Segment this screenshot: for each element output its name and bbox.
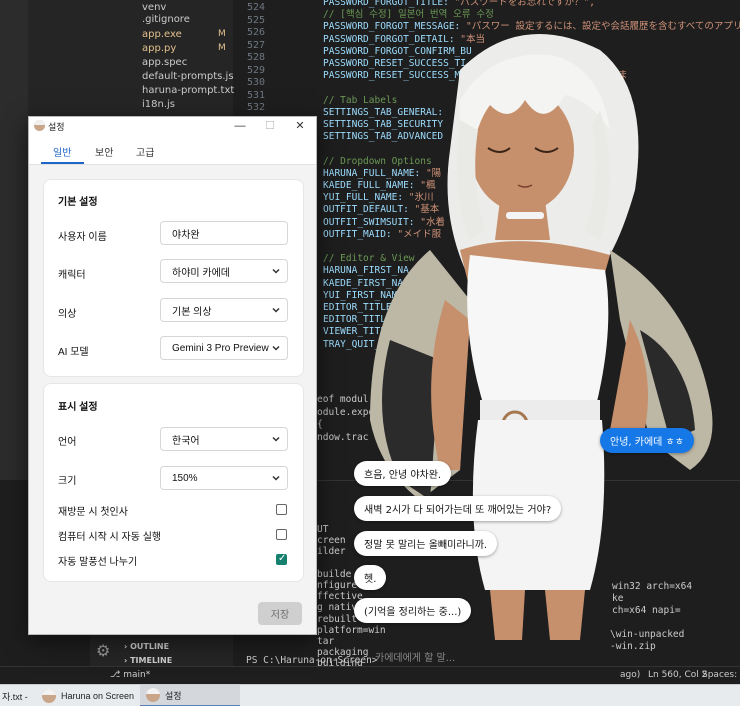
minimize-icon[interactable]: —: [225, 118, 255, 134]
branch-label: main*: [123, 670, 151, 680]
size-select[interactable]: 150%: [160, 466, 288, 490]
reply-bubble: 새벽 2시가 다 되어가는데 또 깨어있는 거야?: [354, 496, 562, 521]
line-number: 527: [247, 39, 266, 51]
line-number: 531: [247, 89, 266, 101]
user-message-bubble: 안녕, 카에데 ㅎㅎ: [600, 428, 694, 453]
settings-window: 설정 — ☐ ✕ 일반 보안 고급 기본 설정 사용자 이름 야차완 캐릭터 하…: [28, 116, 317, 635]
character-label: 캐릭터: [58, 270, 86, 281]
chevron-down-icon: [272, 345, 280, 351]
taskbar-item-label: 자.txt -: [2, 691, 28, 702]
chevron-down-icon: [272, 436, 280, 442]
size-label: 크기: [58, 476, 77, 487]
display-settings-card: 표시 설정 언어 한국어 크기 150% 재방문 시 첫인사 컴퓨터 시작 시 …: [44, 384, 303, 581]
size-value: 150%: [172, 472, 198, 484]
timeline-label: TIMELINE: [130, 656, 173, 665]
chevron-down-icon: [272, 268, 280, 274]
line-number: 525: [247, 14, 266, 26]
taskbar: 자.txt - Haruna on Screen 설정: [0, 684, 740, 706]
chevron-down-icon: [272, 475, 280, 481]
username-input[interactable]: 야차완: [160, 221, 288, 245]
outline-section[interactable]: › OUTLINE: [124, 642, 169, 651]
explorer-file[interactable]: app.exe: [142, 29, 182, 40]
reply-bubble: 헷.: [354, 565, 387, 590]
window-titlebar[interactable]: 설정 — ☐ ✕: [29, 117, 316, 135]
outfit-value: 기본 의상: [172, 306, 212, 318]
greet-checkbox[interactable]: [276, 504, 287, 515]
autostart-checkbox[interactable]: [276, 529, 287, 540]
reply-bubble: (기억을 정리하는 중...): [354, 598, 472, 623]
basic-settings-heading: 기본 설정: [58, 197, 98, 208]
git-branch[interactable]: ⎇ main*: [110, 670, 150, 680]
explorer-file[interactable]: app.py: [142, 43, 176, 54]
split-bubble-label: 자동 말풍선 나누기: [58, 557, 138, 568]
reply-bubble: 정말 못 말리는 올빼미라니까.: [354, 531, 498, 556]
save-button[interactable]: 저장: [258, 602, 302, 625]
character-select[interactable]: 하야미 카에데: [160, 259, 288, 283]
outfit-label: 의상: [58, 309, 77, 320]
taskbar-item-settings[interactable]: 설정: [140, 685, 240, 706]
language-value: 한국어: [172, 435, 200, 447]
settings-tabs: 일반 보안 고급: [29, 135, 316, 165]
app-avatar-icon: [146, 688, 160, 702]
split-bubble-checkbox[interactable]: [276, 553, 287, 565]
status-ago: ago): [620, 670, 641, 680]
status-bar: ⎇ main* ago) Ln 560, Col 2 Spaces: 4: [0, 666, 740, 684]
display-settings-heading: 표시 설정: [58, 402, 98, 413]
basic-settings-card: 기본 설정 사용자 이름 야차완 캐릭터 하야미 카에데 의상 기본 의상 AI…: [44, 180, 303, 376]
ai-model-label: AI 모델: [58, 347, 89, 358]
window-title: 설정: [48, 122, 65, 132]
username-label: 사용자 이름: [58, 232, 107, 243]
explorer-file[interactable]: haruna-prompt.txt: [142, 85, 234, 96]
outline-label: OUTLINE: [130, 642, 170, 651]
outfit-select[interactable]: 기본 의상: [160, 298, 288, 322]
line-number: 532: [247, 102, 266, 113]
tab-general[interactable]: 일반: [53, 144, 71, 159]
tab-security[interactable]: 보안: [95, 144, 113, 159]
taskbar-item-label: Haruna on Screen: [61, 691, 135, 701]
taskbar-item-notepad[interactable]: 자.txt -: [0, 685, 34, 706]
greet-label: 재방문 시 첫인사: [58, 507, 128, 518]
line-number: 530: [247, 77, 266, 88]
git-status-badge: M: [218, 29, 226, 39]
username-value: 야차완: [172, 229, 200, 241]
taskbar-item-haruna[interactable]: Haruna on Screen: [38, 685, 136, 706]
taskbar-item-label: 설정: [165, 690, 182, 701]
explorer-file[interactable]: venv: [142, 2, 166, 13]
explorer-file[interactable]: app.spec: [142, 57, 187, 68]
indent-setting[interactable]: Spaces: 4: [702, 670, 740, 680]
explorer-file[interactable]: default-prompts.js: [142, 71, 234, 82]
cursor-position[interactable]: Ln 560, Col 2: [648, 670, 707, 680]
terminal-line: -win.zip: [610, 641, 656, 652]
activity-bar: [0, 0, 28, 480]
language-select[interactable]: 한국어: [160, 427, 288, 451]
character-value: 하야미 카에데: [172, 267, 230, 279]
branch-icon: ⎇: [110, 670, 124, 680]
timeline-section[interactable]: › TIMELINE: [124, 656, 172, 665]
app-avatar-icon: [34, 120, 45, 131]
line-number: 529: [247, 64, 266, 76]
active-tab-indicator: [41, 162, 84, 164]
autostart-label: 컴퓨터 시작 시 자동 실행: [58, 532, 162, 543]
line-number: 528: [247, 52, 266, 63]
chat-input[interactable]: 카에데에게 할 말...: [375, 649, 455, 664]
reply-bubble: 흐음, 안녕 야차완.: [354, 461, 452, 486]
app-avatar-icon: [42, 689, 56, 703]
explorer-file[interactable]: .gitignore: [142, 14, 190, 25]
ai-model-value: Gemini 3 Pro Preview: [172, 342, 269, 354]
ai-model-select[interactable]: Gemini 3 Pro Preview: [160, 336, 288, 360]
line-number: 524: [247, 2, 266, 13]
maximize-icon[interactable]: ☐: [255, 118, 285, 134]
close-icon[interactable]: ✕: [285, 118, 315, 134]
gear-icon[interactable]: ⚙: [96, 641, 110, 660]
tab-advanced[interactable]: 고급: [136, 144, 154, 159]
terminal-prompt[interactable]: PS C:\Haruna-on-Screen>: [246, 655, 378, 666]
chevron-down-icon: [272, 307, 280, 313]
line-number: 526: [247, 27, 266, 38]
git-status-badge: M: [218, 43, 226, 53]
language-label: 언어: [58, 437, 77, 448]
explorer-file[interactable]: i18n.js: [142, 99, 175, 110]
